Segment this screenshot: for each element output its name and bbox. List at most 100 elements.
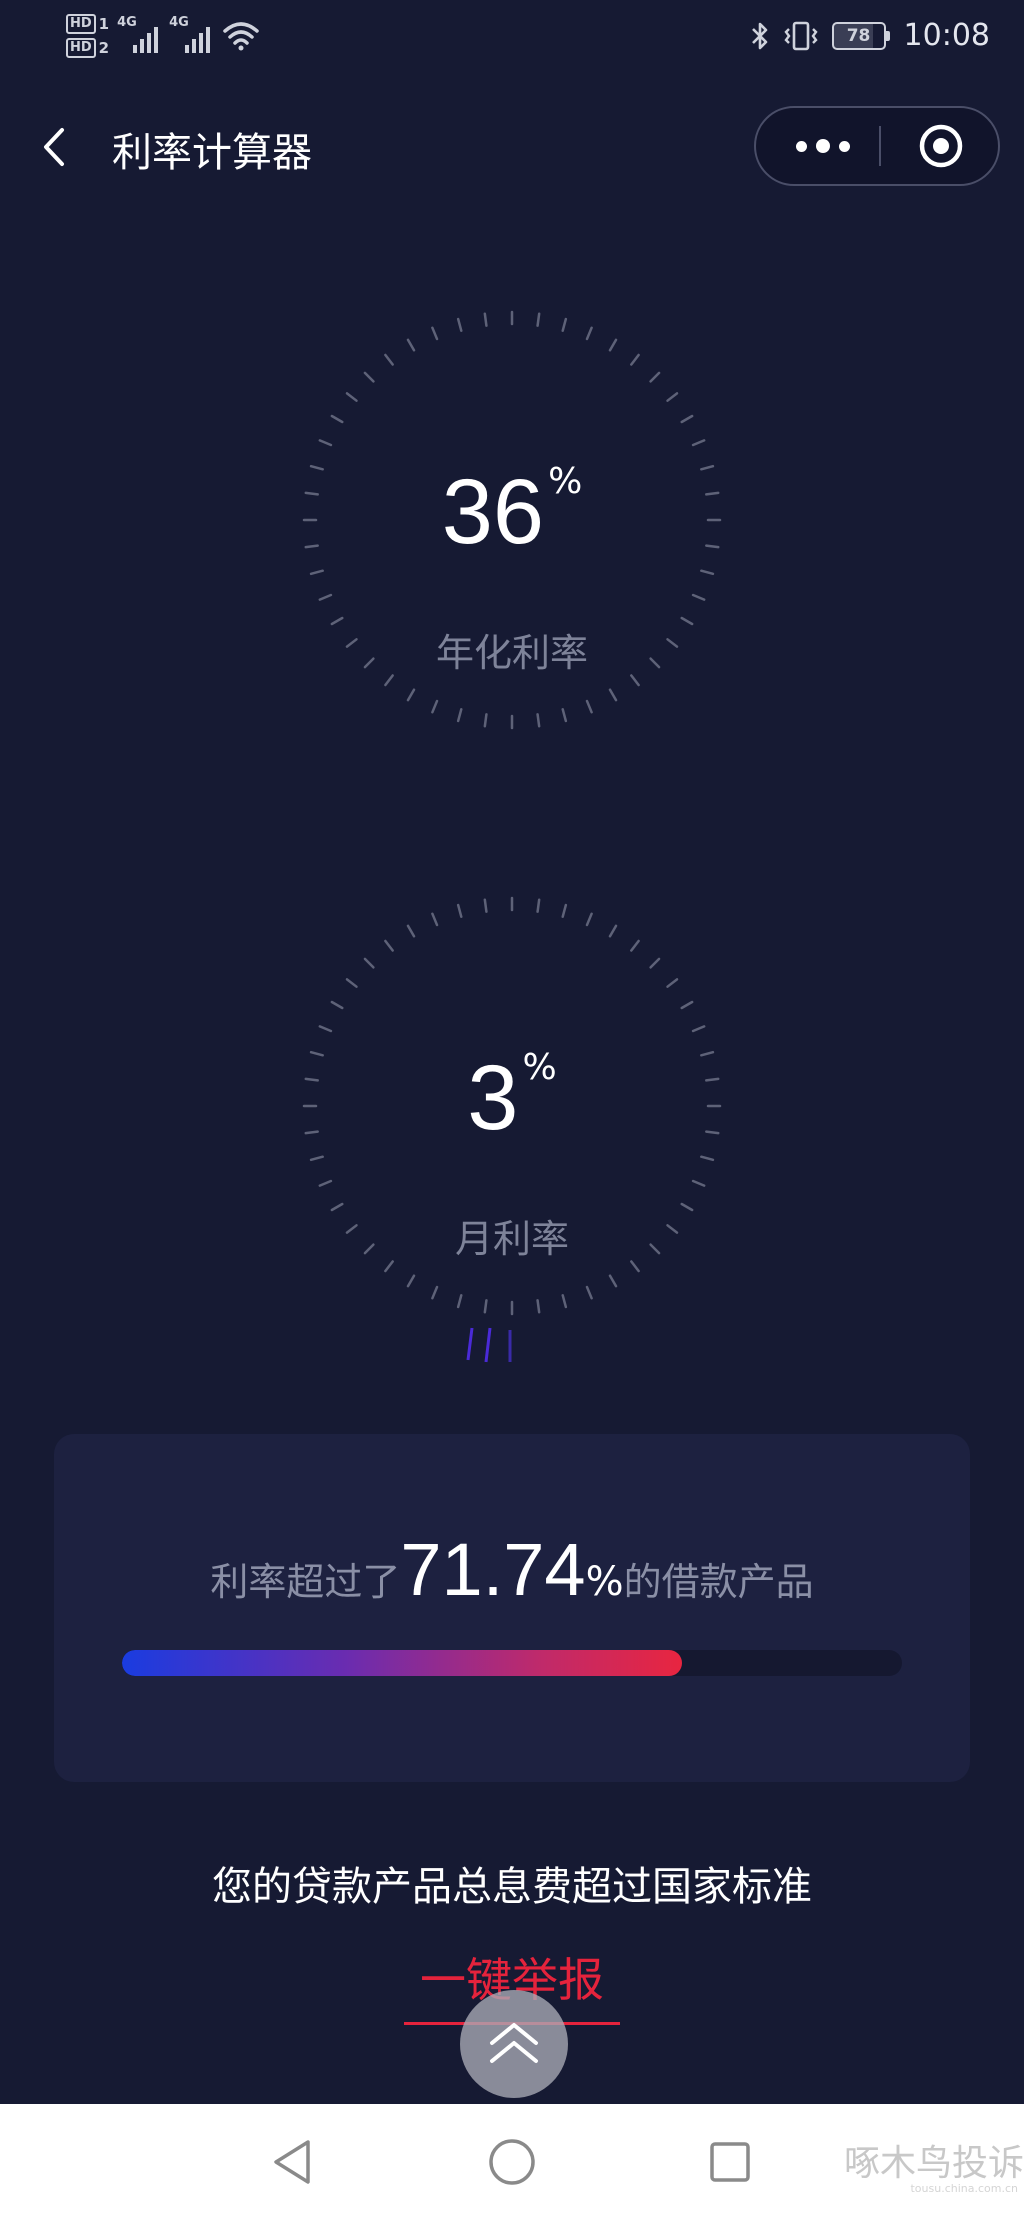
progress-track	[122, 1650, 902, 1676]
gauge-tick	[680, 1000, 694, 1010]
monthly-rate-number: 3	[467, 1047, 519, 1149]
back-button[interactable]	[36, 122, 80, 172]
bluetooth-icon	[751, 22, 767, 49]
status-right: 78 10:08	[750, 18, 990, 53]
net1-label: 4G	[117, 15, 137, 30]
annual-rate-number: 36	[441, 461, 545, 563]
back-triangle-icon	[274, 2140, 310, 2184]
gauge-tick	[456, 708, 463, 723]
gauge-tick	[561, 317, 568, 332]
hd1-sub: 1	[98, 15, 110, 33]
gauge-tick	[318, 1179, 333, 1187]
system-back-button[interactable]	[262, 2132, 322, 2192]
signal-icon: 4G	[169, 15, 213, 53]
gauge-tick	[691, 1025, 706, 1033]
stat-card: 利率超过了71.74%的借款产品	[54, 1434, 970, 1782]
gauge-tick	[649, 371, 661, 383]
annual-rate-value: 36%	[298, 460, 726, 565]
gauge-tick	[384, 939, 394, 952]
hd1-text: HD	[66, 14, 96, 34]
gauge-tick	[608, 924, 618, 938]
hd2-text: HD	[66, 38, 96, 58]
nav-bar: 利率计算器	[0, 100, 1024, 196]
gauge-tick	[536, 312, 541, 327]
page-title: 利率计算器	[112, 130, 312, 176]
gauge-tick	[309, 569, 324, 576]
gauge-tick	[608, 338, 618, 352]
gauge-tick	[536, 713, 541, 728]
scroll-top-button[interactable]	[460, 1990, 568, 2098]
gauge-tick	[585, 1285, 593, 1300]
gauge-tick	[318, 439, 333, 447]
gauge-tick	[608, 688, 618, 702]
annual-rate-label: 年化利率	[435, 631, 588, 675]
monthly-rate-unit: %	[522, 1046, 557, 1088]
gauge-tick	[666, 978, 679, 988]
gauge-tick	[363, 957, 375, 969]
watermark: 啄木鸟投诉	[843, 2143, 1024, 2184]
gauge-tick	[649, 957, 661, 969]
net2-label: 4G	[169, 15, 189, 30]
status-bar: HD 1 HD 2 4G 4G 78 10:08	[0, 0, 1024, 90]
system-recents-button[interactable]	[700, 2132, 760, 2192]
monthly-rate-label: 月利率	[454, 1217, 569, 1261]
stat-prefix: 利率超过了	[210, 1560, 401, 1604]
gauge-tick	[561, 1294, 568, 1309]
gauge-tick	[536, 898, 541, 913]
gauge-tick	[406, 924, 416, 938]
stat-text: 利率超过了71.74%的借款产品	[54, 1530, 970, 1622]
stat-suffix: 的借款产品	[623, 1560, 814, 1604]
gauge-tick	[318, 1025, 333, 1033]
gauge-tick	[585, 699, 593, 714]
gauge-tick	[561, 708, 568, 723]
gauge-tick	[345, 392, 358, 402]
gauge-tick	[431, 1285, 439, 1300]
gauge-tick	[700, 569, 715, 576]
target-circle-icon	[919, 124, 963, 168]
gauge-tick	[406, 688, 416, 702]
gauge-tick	[666, 392, 679, 402]
annual-rate-unit: %	[548, 460, 583, 502]
stat-unit: %	[585, 1559, 624, 1605]
gauge-tick	[363, 371, 375, 383]
gauge-tick	[406, 1274, 416, 1288]
gauge-tick	[630, 353, 640, 366]
gauge-tick	[680, 414, 694, 424]
gauge-tick	[456, 1294, 463, 1309]
gauge-tick	[691, 439, 706, 447]
close-miniprogram-button[interactable]	[896, 118, 986, 174]
chevron-left-icon	[44, 128, 64, 166]
hd-indicators: HD 1 HD 2	[66, 14, 109, 58]
wifi-icon	[223, 22, 259, 51]
gauge-tick	[483, 713, 488, 728]
gauge-tick	[431, 326, 439, 341]
progress-fill	[122, 1650, 682, 1676]
more-dots-icon	[796, 140, 807, 152]
gauge-tick	[456, 317, 463, 332]
double-chevron-up-icon	[490, 2023, 538, 2063]
gauge-tick	[561, 903, 568, 918]
signal-icon: 4G	[117, 15, 161, 53]
miniprogram-capsule	[754, 106, 1000, 186]
gauge-tick	[318, 593, 333, 601]
system-home-button[interactable]	[482, 2132, 542, 2192]
hd2-badge: HD 2	[66, 38, 109, 58]
gauge-tick	[483, 1299, 488, 1314]
gauge-tick	[330, 1000, 344, 1010]
battery-icon: 78	[831, 21, 890, 50]
more-button[interactable]	[778, 118, 868, 174]
home-circle-icon	[489, 2139, 535, 2185]
gauge-tick	[483, 312, 488, 327]
stat-value: 71.74	[400, 1528, 586, 1611]
capsule-divider	[879, 126, 881, 166]
battery-level: 78	[831, 21, 886, 50]
vibrate-icon	[783, 21, 818, 50]
gauge-tick	[431, 699, 439, 714]
gauge-tick	[536, 1299, 541, 1314]
gauge-tick	[345, 978, 358, 988]
gauge-tick	[431, 912, 439, 927]
gauge-tick	[406, 338, 416, 352]
hd1-badge: HD 1	[66, 14, 109, 34]
status-left: HD 1 HD 2 4G 4G	[66, 14, 259, 58]
annual-rate-gauge: 36% 年化利率	[298, 306, 726, 734]
